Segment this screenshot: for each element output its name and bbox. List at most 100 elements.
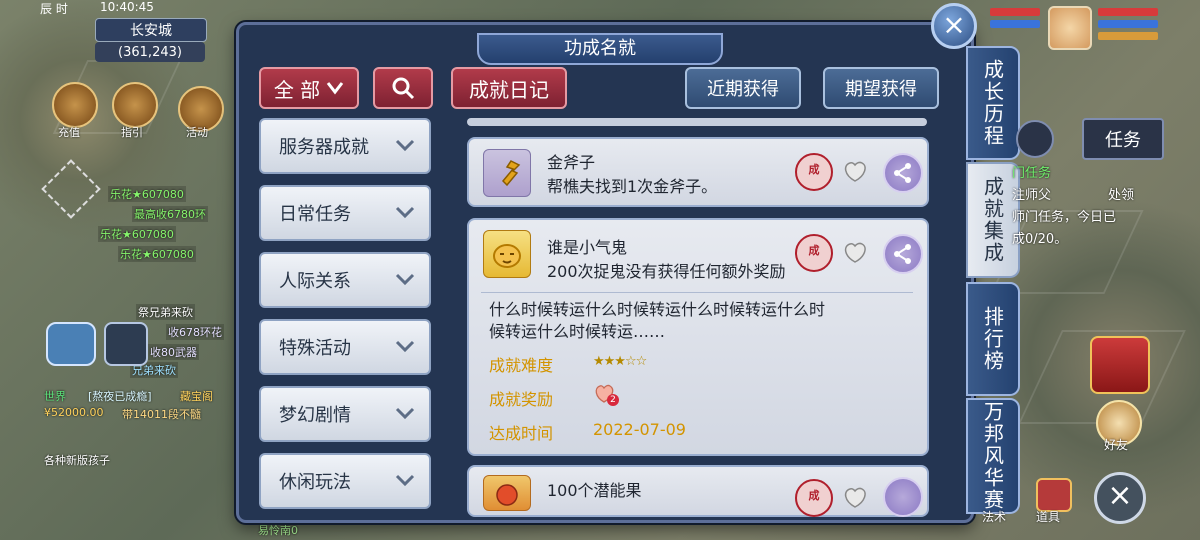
chevron-down-icon bbox=[395, 340, 415, 353]
list-scroll-indicator bbox=[467, 118, 927, 126]
coordinates: (361,243) bbox=[95, 42, 205, 62]
category-daily[interactable]: 日常任务 bbox=[259, 185, 431, 241]
search-button[interactable] bbox=[373, 67, 433, 109]
chat-bubble-icon[interactable] bbox=[46, 322, 96, 366]
health-bar bbox=[1098, 8, 1158, 16]
share-icon[interactable] bbox=[883, 477, 923, 517]
chevron-down-icon bbox=[395, 474, 415, 487]
achievement-desc: 200次捉鬼没有获得任何额外奖励 bbox=[547, 262, 786, 281]
player-name: 易怜南0 bbox=[258, 524, 298, 537]
clock-time: 10:40:45 bbox=[100, 0, 154, 14]
category-special[interactable]: 特殊活动 bbox=[259, 319, 431, 375]
expected-acquired-button[interactable]: 期望获得 bbox=[823, 67, 939, 109]
left-hud: 辰 时 10:40:45 长安城 (361,243) 充值 指引 活动 乐花★6… bbox=[0, 0, 298, 540]
category-label: 服务器成就 bbox=[279, 137, 369, 158]
mission-line: 门任务 bbox=[1012, 166, 1052, 181]
achievement-panel: 功成名就 × 全 部 成就日记 近期获得 期望获得 服务器成就 日常任务 人际关… bbox=[236, 3, 977, 523]
chevron-down-icon bbox=[326, 82, 344, 95]
pet-health-bar bbox=[990, 8, 1040, 16]
category-leisure[interactable]: 休闲玩法 bbox=[259, 453, 431, 509]
mission-line: 师门任务，今日已 bbox=[1012, 210, 1117, 225]
peach-icon bbox=[844, 242, 866, 263]
reward-count-badge: 2 bbox=[607, 394, 619, 406]
mission-line: 处领 bbox=[1108, 188, 1135, 203]
achievement-detail-line1: 什么时候转运什么时候转运什么时候转运什么时 bbox=[489, 300, 826, 319]
axe-icon bbox=[483, 149, 531, 197]
chat-line: 藏宝阁 bbox=[180, 390, 213, 403]
achievement-card-expanded[interactable]: 谁是小气鬼 200次捉鬼没有获得任何额外奖励 成 什么时候转运什么时候转运什么时… bbox=[467, 218, 929, 456]
share-icon[interactable] bbox=[883, 153, 923, 193]
chevron-down-icon bbox=[395, 139, 415, 152]
achievement-title: 100个潜能果 bbox=[547, 481, 642, 500]
chat-line: 最高收6780环 bbox=[132, 206, 208, 222]
achievement-title: 谁是小气鬼 bbox=[547, 238, 628, 257]
category-story[interactable]: 梦幻剧情 bbox=[259, 386, 431, 442]
chevron-down-icon bbox=[395, 407, 415, 420]
treasure-chest-icon[interactable] bbox=[1090, 336, 1150, 394]
share-icon[interactable] bbox=[883, 234, 923, 274]
category-social[interactable]: 人际关系 bbox=[259, 252, 431, 308]
stingy-ghost-icon bbox=[483, 230, 531, 278]
search-icon bbox=[392, 77, 415, 100]
peach-icon bbox=[844, 487, 866, 508]
achievement-desc: 帮樵夫找到1次金斧子。 bbox=[547, 177, 718, 196]
category-label: 梦幻剧情 bbox=[279, 405, 351, 426]
chevron-down-icon bbox=[395, 206, 415, 219]
clock-icon[interactable] bbox=[1016, 120, 1054, 158]
guide-icon[interactable] bbox=[112, 82, 158, 128]
chat-line: 收80武器 bbox=[148, 344, 199, 360]
recent-acquired-button[interactable]: 近期获得 bbox=[685, 67, 801, 109]
difficulty-label: 成就难度 bbox=[489, 356, 554, 375]
microphone-icon[interactable] bbox=[104, 322, 148, 366]
category-label: 人际关系 bbox=[279, 271, 351, 292]
category-label: 特殊活动 bbox=[279, 338, 351, 359]
player-avatar[interactable] bbox=[1048, 6, 1092, 50]
divider bbox=[481, 292, 913, 293]
world-channel-tag: 世界 bbox=[44, 390, 66, 403]
chat-line: 乐花★607080 bbox=[118, 246, 196, 262]
mission-line: 成0/20。 bbox=[1012, 232, 1068, 247]
chat-line: 乐花★607080 bbox=[108, 186, 186, 202]
achieved-time-label: 达成时间 bbox=[489, 424, 554, 443]
mission-line: 注师父 bbox=[1012, 188, 1052, 203]
chat-line: 收678环花 bbox=[166, 324, 224, 340]
category-label: 休闲玩法 bbox=[279, 472, 351, 493]
recharge-icon[interactable] bbox=[52, 82, 98, 128]
skill-label: 法术 bbox=[982, 510, 1007, 524]
guide-label: 指引 bbox=[121, 126, 143, 139]
achievement-card[interactable]: 金斧子 帮樵夫找到1次金斧子。 成 bbox=[467, 137, 929, 207]
activity-label: 活动 bbox=[186, 126, 208, 139]
chat-line: 乐花★607080 bbox=[98, 226, 176, 242]
achievement-detail-line2: 候转运什么时候转运…… bbox=[489, 322, 666, 341]
achievement-diary-button[interactable]: 成就日记 bbox=[451, 67, 567, 109]
bag-icon[interactable] bbox=[1036, 478, 1072, 512]
move-arrows-icon[interactable] bbox=[41, 159, 101, 219]
achieved-seal-icon: 成 bbox=[795, 234, 833, 272]
recharge-label: 充值 bbox=[58, 126, 80, 139]
city-name[interactable]: 长安城 bbox=[95, 18, 207, 42]
bag-label: 道具 bbox=[1036, 510, 1061, 524]
peach-icon bbox=[844, 161, 866, 182]
close-menu-button[interactable]: × bbox=[1094, 472, 1146, 524]
achieved-seal-icon: 成 bbox=[795, 153, 833, 191]
achieved-seal-icon: 成 bbox=[795, 479, 833, 517]
achievement-title: 金斧子 bbox=[547, 153, 596, 172]
tab-ranking[interactable]: 排行榜 bbox=[966, 282, 1020, 396]
filter-all-dropdown[interactable]: 全 部 bbox=[259, 67, 359, 109]
task-button[interactable]: 任务 bbox=[1082, 118, 1164, 160]
panel-title: 功成名就 bbox=[477, 33, 723, 65]
achieved-date: 2022-07-09 bbox=[593, 420, 686, 439]
tab-growth-history[interactable]: 成长历程 bbox=[966, 46, 1020, 160]
achievement-card[interactable]: 100个潜能果 成 bbox=[467, 465, 929, 517]
chat-line: ¥52000.00 bbox=[44, 406, 104, 419]
tab-wanbang-tournament[interactable]: 万邦风华赛 bbox=[966, 398, 1020, 514]
pet-mana-bar bbox=[990, 20, 1040, 28]
chevron-down-icon bbox=[395, 273, 415, 286]
chat-line: 祭兄弟来砍 bbox=[136, 304, 195, 320]
close-button[interactable]: × bbox=[931, 3, 977, 49]
category-server[interactable]: 服务器成就 bbox=[259, 118, 431, 174]
anger-bar bbox=[1098, 32, 1158, 40]
potential-fruit-icon bbox=[483, 475, 531, 511]
category-label: 日常任务 bbox=[279, 204, 351, 225]
mana-bar bbox=[1098, 20, 1158, 28]
